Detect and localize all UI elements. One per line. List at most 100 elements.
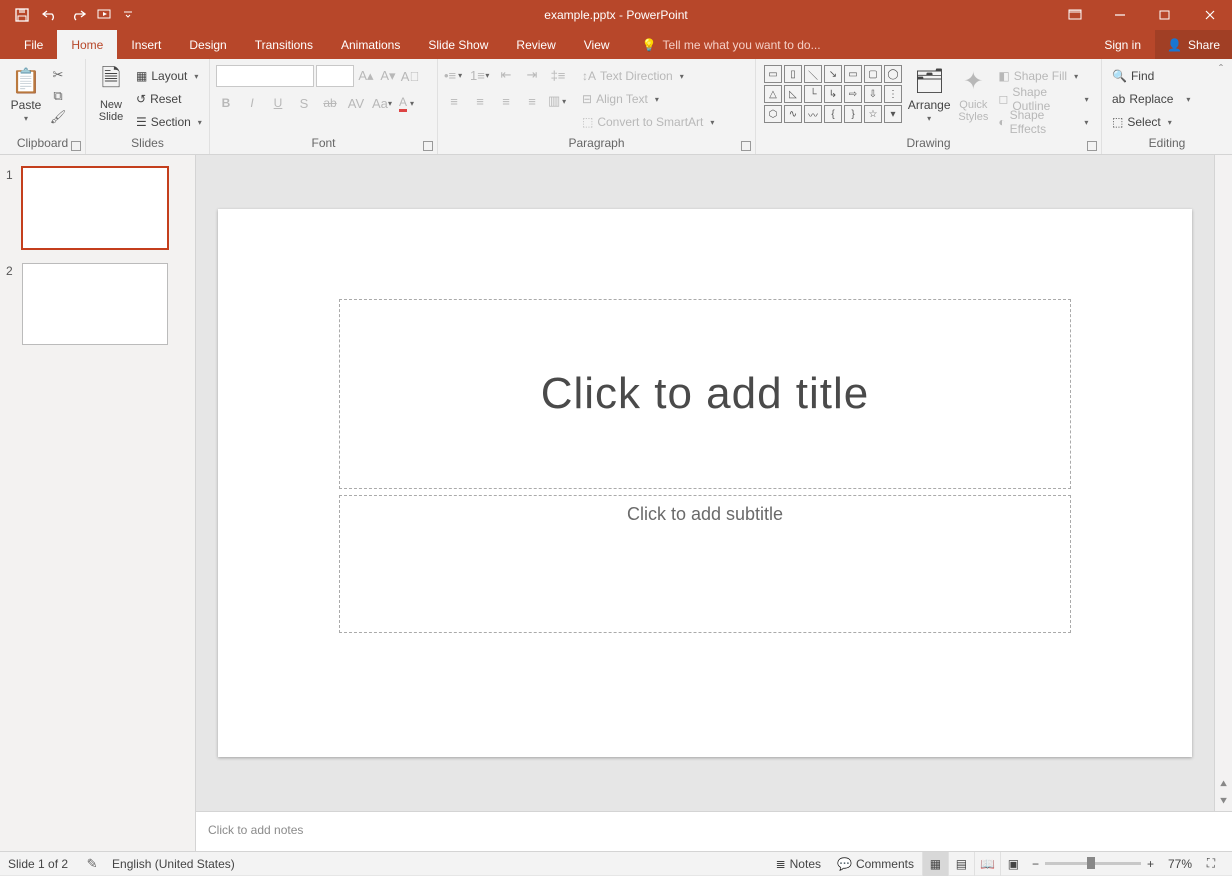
slide-thumbnail-pane[interactable]: 1 2 (0, 155, 196, 851)
zoom-in-icon[interactable]: + (1147, 857, 1154, 871)
clipboard-dialog-launcher[interactable] (71, 141, 81, 151)
layout-button[interactable]: ▦Layout▾ (132, 65, 209, 87)
comments-button[interactable]: 💬Comments (829, 852, 922, 876)
italic-icon[interactable]: I (242, 93, 262, 113)
qat-customize-icon[interactable] (120, 1, 136, 29)
shape-outline-button[interactable]: ◻Shape Outline▾ (994, 88, 1095, 110)
convert-smartart-button[interactable]: ⬚Convert to SmartArt▾ (578, 111, 721, 133)
shape-lconnector-icon[interactable]: └ (804, 85, 822, 103)
title-placeholder[interactable]: Click to add title (339, 299, 1071, 489)
prev-slide-icon[interactable]: ⯅ (1219, 777, 1229, 792)
strikethrough-icon[interactable]: ab (320, 93, 340, 113)
shape-star-icon[interactable]: ☆ (864, 105, 882, 123)
shape-arrow-icon[interactable]: ↘ (824, 65, 842, 83)
spell-check-icon[interactable]: ✎ (82, 854, 102, 874)
font-name-input[interactable] (216, 65, 314, 87)
shape-right-tri-icon[interactable]: ◺ (784, 85, 802, 103)
shape-line-icon[interactable]: ＼ (804, 65, 822, 83)
paste-button[interactable]: 📋 Paste▾ (6, 63, 46, 136)
tab-transitions[interactable]: Transitions (241, 30, 327, 59)
next-slide-icon[interactable]: ⯆ (1219, 794, 1229, 809)
bullets-icon[interactable]: •≡▾ (444, 65, 464, 85)
align-left-icon[interactable]: ≡ (444, 91, 464, 111)
zoom-out-icon[interactable]: − (1032, 857, 1039, 871)
arrange-button[interactable]: 🗂 Arrange▾ (906, 63, 952, 136)
zoom-level[interactable]: 77% (1160, 857, 1192, 871)
slide-thumbnail[interactable]: 2 (6, 263, 185, 345)
slide-indicator[interactable]: Slide 1 of 2 (8, 857, 82, 871)
normal-view-icon[interactable]: ▦ (922, 852, 948, 876)
shape-freeform-icon[interactable]: 〰 (804, 105, 822, 123)
new-slide-button[interactable]: 🗎 New Slide (92, 63, 130, 136)
decrease-font-icon[interactable]: A▾ (378, 66, 398, 86)
shapes-gallery[interactable]: ▭ ▯ ＼ ↘ ▭ ▢ ◯ △ ◺ └ ↳ ⇨ ⇩ ⋮ ⬡ ∿ 〰 { } ☆ (762, 63, 904, 136)
shape-textbox-icon[interactable]: ▭ (764, 65, 782, 83)
slide-thumbnail[interactable]: 1 (6, 167, 185, 249)
shape-blockarrow-icon[interactable]: ⇨ (844, 85, 862, 103)
shape-blockarrow-down-icon[interactable]: ⇩ (864, 85, 882, 103)
decrease-indent-icon[interactable]: ⇤ (496, 65, 516, 85)
bold-icon[interactable]: B (216, 93, 236, 113)
save-icon[interactable] (8, 1, 36, 29)
shape-arrowconnector-icon[interactable]: ↳ (824, 85, 842, 103)
fit-to-window-icon[interactable]: ⛶ (1198, 852, 1224, 876)
clear-formatting-icon[interactable]: A⃠ (400, 66, 420, 86)
shapes-gallery-expand-icon[interactable]: ▾ (884, 105, 902, 123)
tab-design[interactable]: Design (175, 30, 240, 59)
align-right-icon[interactable]: ≡ (496, 91, 516, 111)
vertical-scrollbar[interactable]: ⯅ ⯆ (1214, 155, 1232, 811)
align-text-button[interactable]: ⊟Align Text▾ (578, 88, 721, 110)
underline-icon[interactable]: U (268, 93, 288, 113)
notes-toggle-button[interactable]: ≣Notes (768, 852, 829, 876)
subtitle-placeholder[interactable]: Click to add subtitle (339, 495, 1071, 633)
start-from-beginning-icon[interactable] (92, 1, 120, 29)
tab-slide-show[interactable]: Slide Show (414, 30, 502, 59)
char-spacing-icon[interactable]: AV (346, 93, 366, 113)
share-button[interactable]: 👤 Share (1155, 30, 1232, 59)
quick-styles-button[interactable]: ✦ Quick Styles (954, 63, 992, 136)
collapse-ribbon-icon[interactable]: ˆ (1212, 61, 1230, 77)
numbering-icon[interactable]: 1≡▾ (470, 65, 490, 85)
font-dialog-launcher[interactable] (423, 141, 433, 151)
reset-button[interactable]: ↺Reset (132, 88, 209, 110)
increase-font-icon[interactable]: A▴ (356, 66, 376, 86)
sign-in-button[interactable]: Sign in (1090, 38, 1155, 52)
section-button[interactable]: ☰Section▾ (132, 111, 209, 133)
shape-rightbrace-icon[interactable]: } (844, 105, 862, 123)
shape-iso-tri-icon[interactable]: △ (764, 85, 782, 103)
shape-effects-button[interactable]: ◐Shape Effects▾ (994, 111, 1095, 133)
minimize-icon[interactable] (1097, 0, 1142, 30)
notes-pane[interactable]: Click to add notes (196, 811, 1232, 851)
tell-me[interactable]: 💡 Tell me what you want to do... (624, 38, 821, 52)
shape-oval-icon[interactable]: ◯ (884, 65, 902, 83)
thumbnail-preview[interactable] (22, 263, 168, 345)
slideshow-view-icon[interactable]: ▣ (1000, 852, 1026, 876)
thumbnail-preview[interactable] (22, 167, 168, 249)
language-indicator[interactable]: English (United States) (102, 857, 245, 871)
zoom-slider[interactable] (1045, 862, 1141, 865)
font-color-icon[interactable]: A▾ (398, 93, 418, 113)
shape-rect-icon[interactable]: ▭ (844, 65, 862, 83)
zoom-slider-handle[interactable] (1087, 857, 1095, 869)
slide-canvas-area[interactable]: Click to add title Click to add subtitle (196, 155, 1214, 811)
cut-icon[interactable]: ✂ (48, 65, 68, 85)
shape-curve-icon[interactable]: ∿ (784, 105, 802, 123)
redo-icon[interactable] (64, 1, 92, 29)
text-direction-button[interactable]: ↕AText Direction▾ (578, 65, 721, 87)
tab-review[interactable]: Review (502, 30, 569, 59)
shape-hex-icon[interactable]: ⬡ (764, 105, 782, 123)
replace-button[interactable]: abReplace▾ (1108, 88, 1197, 110)
tab-home[interactable]: Home (57, 30, 117, 59)
justify-icon[interactable]: ≡ (522, 91, 542, 111)
slide[interactable]: Click to add title Click to add subtitle (218, 209, 1192, 757)
shape-vtextbox-icon[interactable]: ▯ (784, 65, 802, 83)
close-icon[interactable] (1187, 0, 1232, 30)
line-spacing-icon[interactable]: ‡≡ (548, 65, 568, 85)
tab-insert[interactable]: Insert (117, 30, 175, 59)
reading-view-icon[interactable]: 📖 (974, 852, 1000, 876)
copy-icon[interactable]: ⧉ (48, 86, 68, 106)
tab-file[interactable]: File (10, 30, 57, 59)
shape-fill-button[interactable]: ◧Shape Fill▾ (994, 65, 1095, 87)
find-button[interactable]: 🔍Find (1108, 65, 1197, 87)
shape-roundrect-icon[interactable]: ▢ (864, 65, 882, 83)
